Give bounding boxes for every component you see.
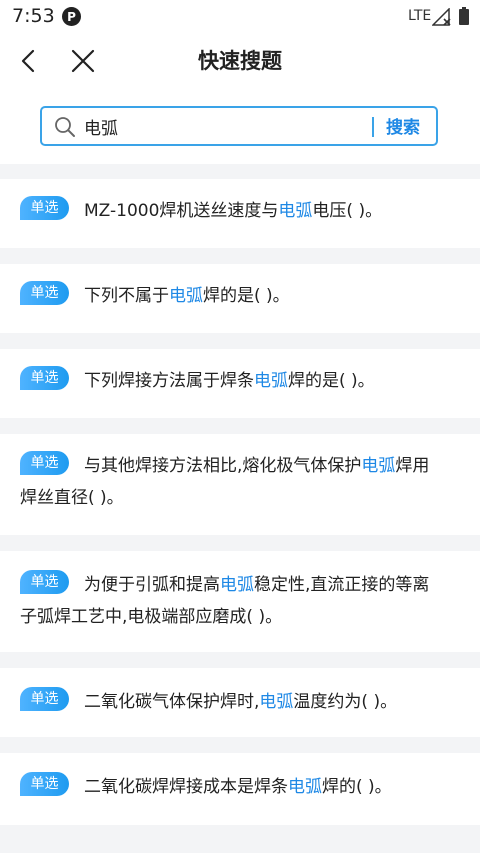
app-notification-icon: P (62, 7, 81, 26)
result-card[interactable]: 单选 为便于引弧和提高电弧稳定性,直流正接的等离子弧焊工艺中,电极端部应磨成( … (0, 551, 480, 652)
keyword-highlight: 电弧 (361, 456, 396, 476)
question-text: MZ-1000焊机送丝速度与电弧电压( )。 (84, 201, 383, 221)
search-divider (372, 117, 374, 137)
page-title: 快速搜题 (198, 49, 282, 73)
battery-icon (459, 7, 469, 25)
search-icon (55, 117, 75, 137)
keyword-highlight: 电弧 (220, 575, 254, 595)
search-input[interactable] (84, 113, 354, 139)
question-text: 下列不属于电弧焊的是( )。 (84, 286, 290, 306)
keyword-highlight: 电弧 (169, 286, 203, 306)
network-type: LTE (408, 8, 432, 24)
signal-icon (432, 8, 451, 26)
keyword-highlight: 电弧 (278, 201, 313, 221)
search-bar: 搜索 (40, 106, 438, 146)
question-text: 二氧化碳气体保护焊时,电弧温度约为( )。 (84, 692, 398, 712)
keyword-highlight: 电弧 (254, 371, 288, 391)
result-card[interactable]: 单选 与其他焊接方法相比,熔化极气体保护电弧焊用焊丝直径( )。 (0, 434, 480, 535)
result-card[interactable]: 单选 二氧化碳气体保护焊时,电弧温度约为( )。 (0, 668, 480, 737)
result-card[interactable]: 单选 下列不属于电弧焊的是( )。 (0, 264, 480, 333)
search-button[interactable]: 搜索 (386, 113, 420, 138)
keyword-highlight: 电弧 (288, 777, 322, 797)
question-text: 与其他焊接方法相比,熔化极气体保护电弧焊用焊丝直径( )。 (20, 456, 430, 508)
question-text: 二氧化碳焊焊接成本是焊条电弧焊的( )。 (84, 777, 392, 797)
status-time: 7:53 (12, 5, 55, 27)
result-card[interactable]: 单选 二氧化碳焊焊接成本是焊条电弧焊的( )。 (0, 753, 480, 825)
keyword-highlight: 电弧 (259, 692, 294, 712)
top-bar: 快速搜题 搜索 (0, 32, 480, 164)
result-card[interactable]: 单选 MZ-1000焊机送丝速度与电弧电压( )。 (0, 179, 480, 248)
question-text: 为便于引弧和提高电弧稳定性,直流正接的等离子弧焊工艺中,电极端部应磨成( )。 (20, 575, 430, 627)
result-card[interactable]: 单选 下列焊接方法属于焊条电弧焊的是( )。 (0, 349, 480, 418)
question-text: 下列焊接方法属于焊条电弧焊的是( )。 (84, 371, 375, 391)
status-bar: 7:53 P LTE (0, 0, 480, 32)
